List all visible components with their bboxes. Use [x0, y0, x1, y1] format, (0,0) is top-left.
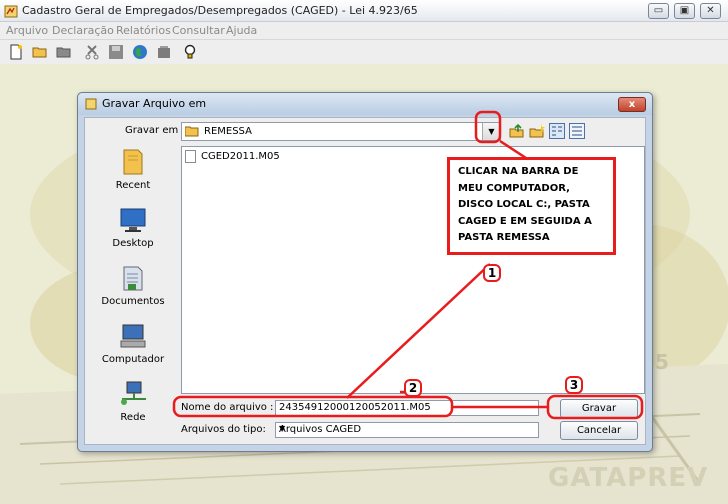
filename-field[interactable]: 24354912000120052011.M05 — [275, 400, 539, 416]
minimize-button[interactable]: ▭ — [648, 3, 669, 19]
open-folder-icon[interactable] — [32, 44, 48, 60]
place-network[interactable]: Rede — [93, 380, 173, 432]
save-icon[interactable] — [108, 44, 124, 60]
folder-icon[interactable] — [56, 44, 72, 60]
details-view-icon[interactable] — [569, 123, 585, 139]
place-label: Rede — [120, 412, 146, 423]
network-icon — [121, 381, 146, 405]
filetype-select[interactable]: Arquivos CAGED ▼ — [275, 422, 539, 438]
place-recent[interactable]: Recent — [93, 148, 173, 200]
new-folder-icon[interactable] — [529, 123, 545, 139]
look-in-combo[interactable]: REMESSA ▼ — [181, 122, 501, 141]
globe-icon[interactable] — [132, 44, 148, 60]
menu-bar: Arquivo Declaração Relatórios Consultar … — [0, 22, 728, 40]
callout-line: CAGED E EM SEGUIDA A — [458, 215, 592, 227]
dialog-title-bar: Gravar Arquivo em x — [78, 93, 652, 115]
background-digit: 5 — [655, 350, 669, 374]
desktop-icon — [120, 208, 146, 232]
dialog-close-button[interactable]: x — [618, 97, 646, 112]
place-label: Desktop — [112, 238, 154, 249]
up-folder-icon[interactable] — [509, 123, 525, 139]
filename-value: 24354912000120052011.M05 — [279, 402, 431, 413]
java-cup-icon — [85, 98, 97, 110]
place-computer[interactable]: Computador — [93, 322, 173, 374]
place-desktop[interactable]: Desktop — [93, 206, 173, 258]
close-window-button[interactable]: ✕ — [700, 3, 721, 19]
computer-icon — [120, 324, 146, 348]
lightbulb-icon[interactable] — [182, 44, 198, 60]
maximize-button[interactable]: ▣ — [674, 3, 695, 19]
documents-icon — [123, 266, 143, 291]
window-title: Cadastro Geral de Empregados/Desempregad… — [22, 4, 418, 17]
list-view-icon[interactable] — [549, 123, 565, 139]
place-label: Computador — [101, 354, 165, 365]
filetype-label: Arquivos do tipo: — [181, 424, 266, 435]
callout-line: MEU COMPUTADOR, — [458, 182, 570, 194]
instruction-callout: CLICAR NA BARRA DE MEU COMPUTADOR, DISCO… — [447, 157, 616, 255]
menu-consultar[interactable]: Consultar — [172, 24, 225, 37]
dialog-title: Gravar Arquivo em — [102, 97, 207, 110]
menu-declaracao[interactable]: Declaração — [52, 24, 114, 37]
save-file-dialog: Gravar Arquivo em x Gravar em REMESSA ▼ — [77, 92, 653, 452]
main-title-bar: Cadastro Geral de Empregados/Desempregad… — [0, 0, 728, 22]
place-documents[interactable]: Documentos — [93, 264, 173, 316]
new-file-icon[interactable] — [8, 44, 24, 60]
save-button[interactable]: Gravar — [560, 399, 638, 418]
file-name: CGED2011.M05 — [201, 151, 280, 162]
folder-icon — [185, 126, 199, 137]
places-bar: Recent Desktop Documentos Computador Red… — [93, 148, 173, 448]
step-number-1: 1 — [483, 264, 501, 282]
look-in-label: Gravar em — [125, 125, 179, 136]
cancel-button[interactable]: Cancelar — [560, 421, 638, 440]
callout-line: DISCO LOCAL C:, PASTA — [458, 199, 590, 210]
toolbar — [0, 40, 728, 64]
callout-line: PASTA REMESSA — [458, 232, 550, 243]
menu-relatorios[interactable]: Relatórios — [116, 24, 171, 37]
filename-label: Nome do arquivo : — [181, 402, 274, 413]
step-number-2: 2 — [404, 379, 422, 397]
document-icon — [185, 150, 196, 163]
menu-arquivo[interactable]: Arquivo — [6, 24, 48, 37]
look-in-dropdown-button[interactable]: ▼ — [482, 123, 500, 140]
callout-line: CLICAR NA BARRA DE — [458, 166, 579, 177]
look-in-value: REMESSA — [204, 126, 252, 137]
background-brand-logo: GATAPREV — [548, 463, 709, 493]
scissors-icon[interactable] — [84, 44, 100, 60]
chevron-down-icon: ▼ — [279, 424, 286, 433]
place-label: Documentos — [101, 296, 165, 307]
place-label: Recent — [115, 180, 151, 191]
disk-icon[interactable] — [156, 44, 172, 60]
app-icon — [4, 5, 18, 18]
step-number-3: 3 — [565, 376, 583, 394]
menu-ajuda[interactable]: Ajuda — [226, 24, 257, 37]
recent-folder-icon — [123, 149, 143, 175]
